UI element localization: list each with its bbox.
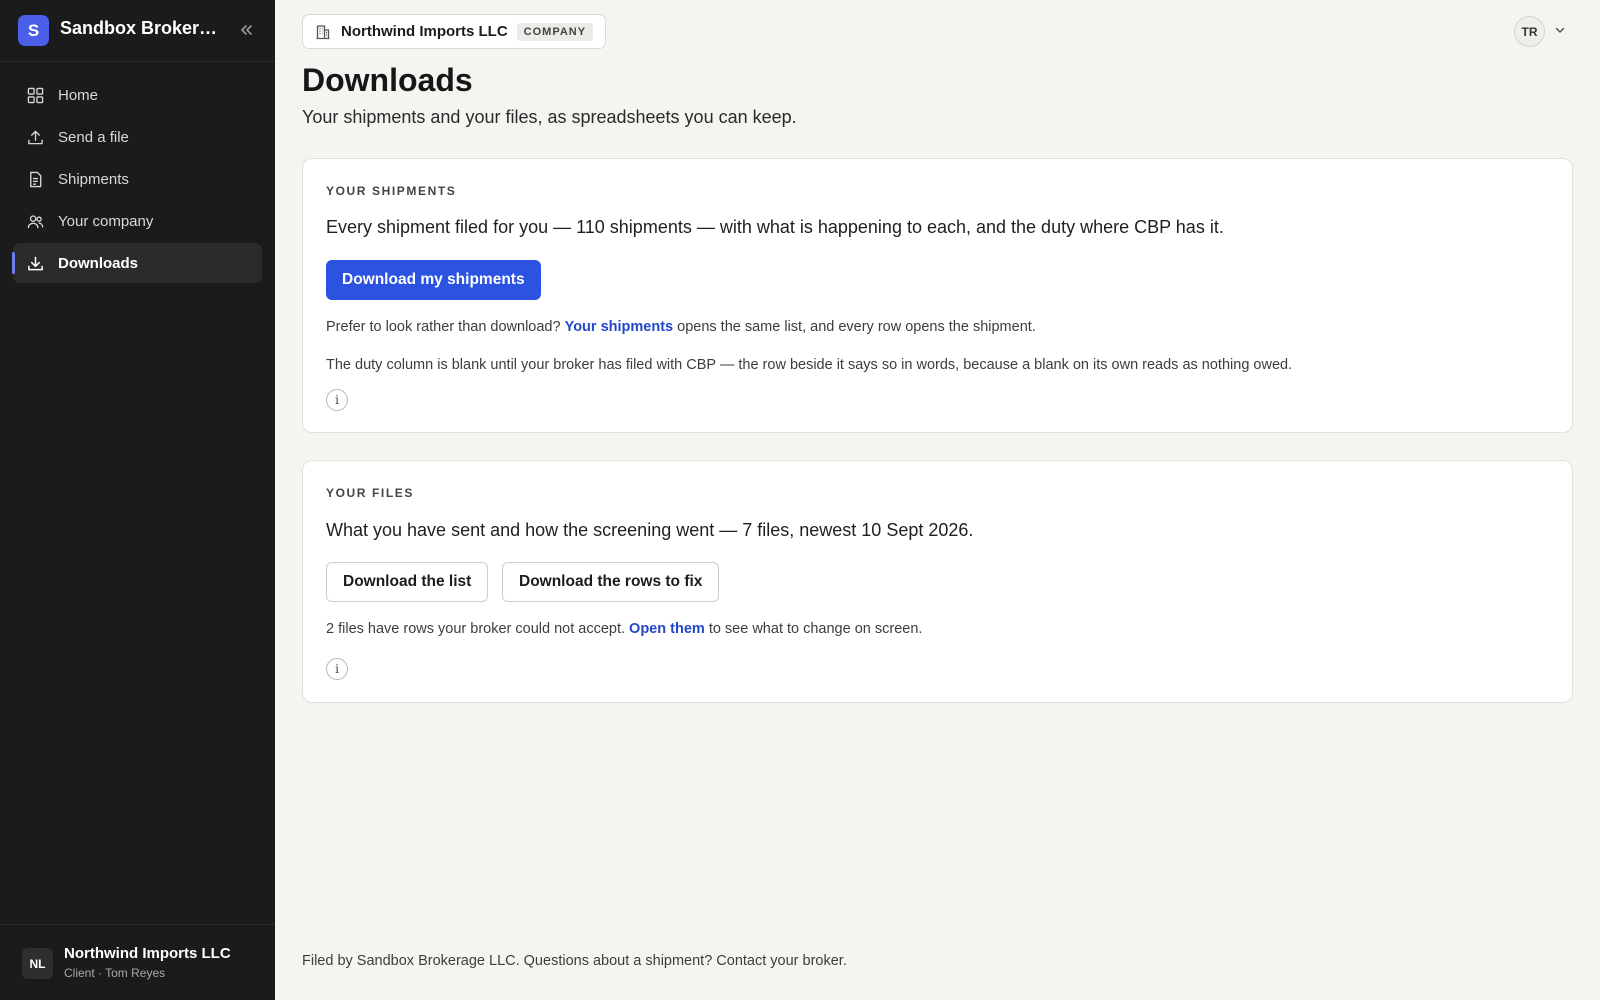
info-icon[interactable]: i: [326, 389, 348, 411]
info-icon[interactable]: i: [326, 658, 348, 680]
duty-note: The duty column is blank until your brok…: [326, 357, 1293, 373]
sidebar-nav: Home Send a file Shipments Your company …: [12, 75, 262, 285]
card-eyebrow: YOUR FILES: [326, 486, 415, 500]
sidebar-item-your-company[interactable]: Your company: [13, 201, 262, 241]
card-eyebrow: YOUR SHIPMENTS: [326, 184, 457, 198]
files-card: YOUR FILES What you have sent and how th…: [302, 460, 1573, 703]
sidebar-item-label: Downloads: [58, 254, 139, 272]
account-footer[interactable]: NL Northwind Imports LLC Client · Tom Re…: [0, 924, 275, 1000]
company-avatar: NL: [22, 948, 53, 979]
card-lead: Every shipment filed for you — 110 shipm…: [326, 217, 1224, 237]
download-icon: [28, 256, 43, 270]
download-rows-to-fix-button[interactable]: Download the rows to fix: [502, 562, 720, 602]
page-subtitle: Your shipments and your files, as spread…: [302, 107, 797, 127]
download-list-button[interactable]: Download the list: [326, 562, 489, 602]
company-switcher[interactable]: Northwind Imports LLC COMPANY: [302, 14, 607, 49]
your-shipments-link[interactable]: Your shipments: [565, 319, 674, 335]
users-icon: [27, 214, 44, 228]
sidebar-item-send-file[interactable]: Send a file: [13, 117, 262, 157]
home-grid-icon: [27, 87, 44, 103]
sidebar-item-label: Home: [58, 86, 99, 104]
sidebar-item-label: Your company: [58, 212, 154, 230]
download-shipments-button[interactable]: Download my shipments: [326, 260, 541, 300]
page-title: Downloads: [302, 62, 473, 98]
document-icon: [30, 171, 42, 187]
company-name: Northwind Imports LLC: [341, 23, 508, 40]
collapse-sidebar-icon[interactable]: [236, 20, 256, 40]
building-icon: [316, 24, 330, 39]
sidebar-item-label: Shipments: [58, 170, 129, 188]
sidebar-item-home[interactable]: Home: [13, 75, 262, 115]
brand-header: S Sandbox Brokerag...: [0, 0, 275, 62]
note-text: Prefer to look rather than download?: [326, 319, 561, 335]
chevron-down-icon[interactable]: [1553, 23, 1567, 37]
company-badge: COMPANY: [516, 22, 594, 41]
user-avatar[interactable]: TR: [1514, 16, 1545, 47]
note-text: to see what to change on screen.: [708, 621, 923, 637]
card-lead: What you have sent and how the screening…: [326, 520, 974, 540]
sidebar-item-downloads[interactable]: Downloads: [12, 243, 262, 283]
brand-logo[interactable]: S: [18, 15, 49, 46]
upload-icon: [28, 130, 43, 144]
note-text: 2 files have rows your broker could not …: [326, 621, 626, 637]
note-text: opens the same list, and every row opens…: [677, 319, 1036, 335]
account-role: Client · Tom Reyes: [64, 966, 166, 980]
open-them-link[interactable]: Open them: [629, 621, 705, 637]
account-company-name: Northwind Imports LLC: [64, 945, 231, 962]
sidebar: S Sandbox Brokerag... Home Send a file S…: [0, 0, 275, 1000]
sidebar-item-label: Send a file: [58, 128, 129, 146]
shipments-card: YOUR SHIPMENTS Every shipment filed for …: [302, 158, 1573, 433]
shipments-note: Prefer to look rather than download? You…: [326, 319, 1036, 335]
files-note: 2 files have rows your broker could not …: [326, 621, 922, 637]
page-footer: Filed by Sandbox Brokerage LLC. Question…: [302, 953, 847, 969]
sidebar-item-shipments[interactable]: Shipments: [13, 159, 262, 199]
brand-name[interactable]: Sandbox Brokerag...: [60, 18, 225, 39]
